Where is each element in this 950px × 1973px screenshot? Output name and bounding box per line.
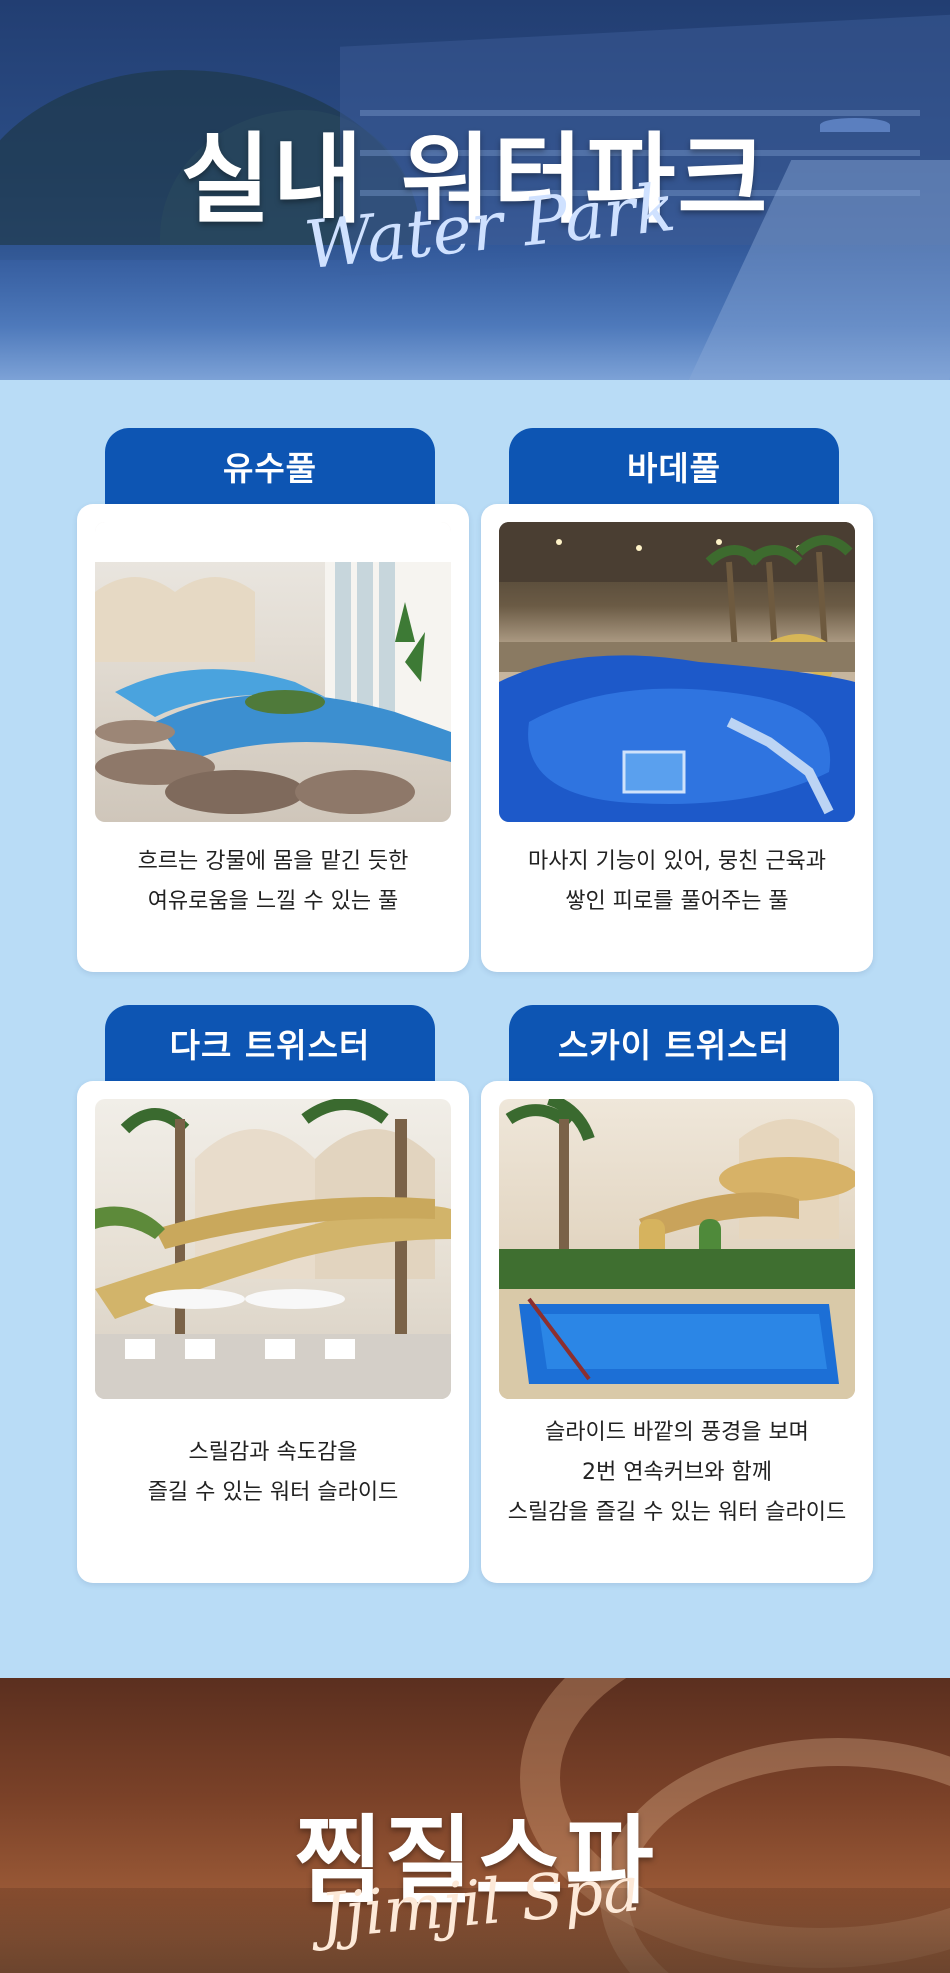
attraction-card-body: 슬라이드 바깥의 풍경을 보며 2번 연속커브와 함께 스릴감을 즐길 수 있는…: [481, 1081, 873, 1583]
attraction-tab-title: 다크 트위스터: [105, 1005, 435, 1081]
attraction-tab-title: 바데풀: [509, 428, 839, 504]
dark-twister-photo: [95, 1099, 451, 1399]
attraction-desc-line: 스릴감과 속도감을: [188, 1440, 358, 1465]
attraction-desc-line: 스릴감을 즐길 수 있는 워터 슬라이드: [507, 1500, 847, 1525]
attraction-card-body: 흐르는 강물에 몸을 맡긴 듯한 여유로움을 느낄 수 있는 풀: [77, 504, 469, 972]
attraction-card-body: 스릴감과 속도감을 즐길 수 있는 워터 슬라이드: [77, 1081, 469, 1583]
attraction-desc-line: 흐르는 강물에 몸을 맡긴 듯한: [137, 849, 409, 874]
attraction-card-lazy-river[interactable]: 유수풀 흐르는 강물에 몸을 맡긴 듯한 여유로움을 느낄 수 있는 풀: [77, 428, 469, 972]
lazy-river-illustration: [95, 522, 451, 814]
attraction-desc-line: 슬라이드 바깥의 풍경을 보며: [545, 1420, 809, 1445]
attraction-card-bade-pool[interactable]: 바데풀 마사지 기능이 있어, 뭉친 근육과 쌓인 피로를 풀어주는 풀: [481, 428, 873, 972]
attraction-tab-title: 스카이 트위스터: [509, 1005, 839, 1081]
bade-pool-illustration: [499, 522, 855, 822]
attraction-desc-line: 즐길 수 있는 워터 슬라이드: [147, 1480, 399, 1505]
attraction-desc-line: 쌓인 피로를 풀어주는 풀: [565, 889, 789, 914]
attraction-desc-line: 여유로움을 느낄 수 있는 풀: [147, 889, 399, 914]
attraction-card-body: 마사지 기능이 있어, 뭉친 근육과 쌓인 피로를 풀어주는 풀: [481, 504, 873, 972]
sky-twister-photo: [499, 1099, 855, 1399]
sky-twister-illustration: [499, 1099, 855, 1399]
jjimjil-spa-hero: 찜질스파 Jjimjil Spa: [0, 1678, 950, 1973]
attraction-desc-line: 2번 연속커브와 함께: [582, 1460, 772, 1485]
attraction-desc-line: 마사지 기능이 있어, 뭉친 근육과: [527, 849, 827, 874]
water-park-hero: 실내 워터파크 Water Park: [0, 0, 950, 380]
dark-twister-illustration: [95, 1099, 451, 1399]
attraction-card-sky-twister[interactable]: 스카이 트위스터 슬라이드 바깥의 풍경을 보며 2번 연속커브와 함께 스릴감…: [481, 1005, 873, 1583]
attraction-card-dark-twister[interactable]: 다크 트위스터 스릴감과 속도감을 즐길 수 있는 워터 슬라이드: [77, 1005, 469, 1583]
lazy-river-photo: [95, 522, 451, 822]
bade-pool-photo: [499, 522, 855, 822]
attraction-tab-title: 유수풀: [105, 428, 435, 504]
